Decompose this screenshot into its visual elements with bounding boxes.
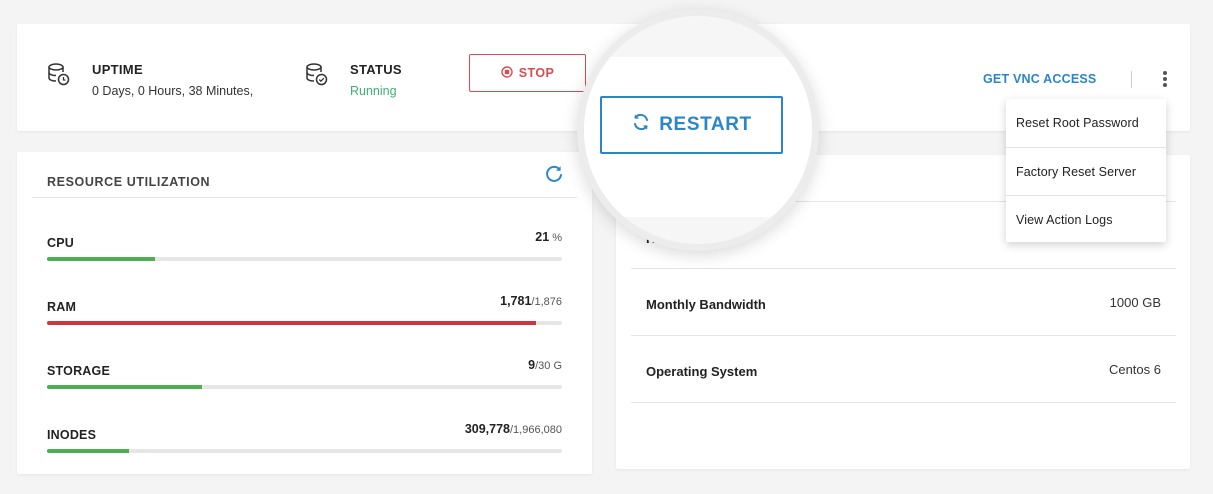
usage-bar — [47, 385, 562, 389]
resource-name: STORAGE — [47, 364, 110, 378]
detail-value: Centos 6 — [1108, 362, 1161, 377]
restart-icon — [631, 112, 651, 138]
details-divider — [631, 335, 1176, 336]
resource-name: CPU — [47, 236, 74, 250]
usage-bar — [47, 449, 562, 453]
resource-value: 1,781/1,876 — [500, 294, 562, 308]
restart-button[interactable]: RESTART — [600, 96, 783, 154]
menu-item-factory-reset-server[interactable]: Factory Reset Server — [1006, 147, 1166, 195]
menu-item-view-action-logs[interactable]: View Action Logs — [1006, 195, 1166, 243]
resource-value: 21 % — [535, 230, 562, 244]
details-divider — [631, 402, 1176, 403]
database-clock-icon — [47, 62, 71, 88]
menu-item-reset-root-password[interactable]: Reset Root Password — [1006, 99, 1166, 147]
resource-name: RAM — [47, 300, 77, 314]
actions-dropdown-menu: Reset Root Password Factory Reset Server… — [1006, 99, 1166, 242]
resource-name: INODES — [47, 428, 97, 442]
resource-value: 9/30 G — [528, 358, 562, 372]
resources-divider — [32, 197, 577, 198]
usage-bar — [47, 257, 562, 261]
stop-icon — [501, 65, 513, 81]
usage-bar-fill — [47, 385, 202, 389]
usage-bar-fill — [47, 449, 130, 453]
detail-key: Operating System — [646, 364, 758, 379]
resource-utilization-card: RESOURCE UTILIZATION CPU 21 % RAM 1,781/… — [17, 152, 592, 474]
more-options-icon[interactable] — [1158, 69, 1172, 91]
stop-button[interactable]: STOP — [469, 54, 586, 92]
detail-key: Monthly Bandwidth — [646, 297, 766, 312]
usage-bar-fill — [47, 257, 156, 261]
resource-value: 309,778/1,966,080 — [464, 422, 562, 436]
detail-value: 1000 GB — [1109, 295, 1161, 310]
stop-label: STOP — [518, 66, 555, 80]
refresh-icon[interactable] — [544, 164, 564, 184]
status-badge: Running — [350, 84, 397, 98]
details-divider — [631, 268, 1176, 269]
uptime-value: 0 Days, 0 Hours, 38 Minutes, — [92, 84, 254, 98]
header-divider — [1131, 71, 1132, 88]
restart-label: RESTART — [659, 114, 752, 135]
usage-bar-fill — [47, 321, 537, 325]
uptime-label: UPTIME — [92, 62, 143, 77]
database-check-icon — [305, 62, 329, 88]
vnc-access-link[interactable]: GET VNC ACCESS — [983, 72, 1096, 86]
status-label: STATUS — [350, 62, 402, 77]
usage-bar — [47, 321, 562, 325]
resource-utilization-title: RESOURCE UTILIZATION — [47, 175, 211, 189]
